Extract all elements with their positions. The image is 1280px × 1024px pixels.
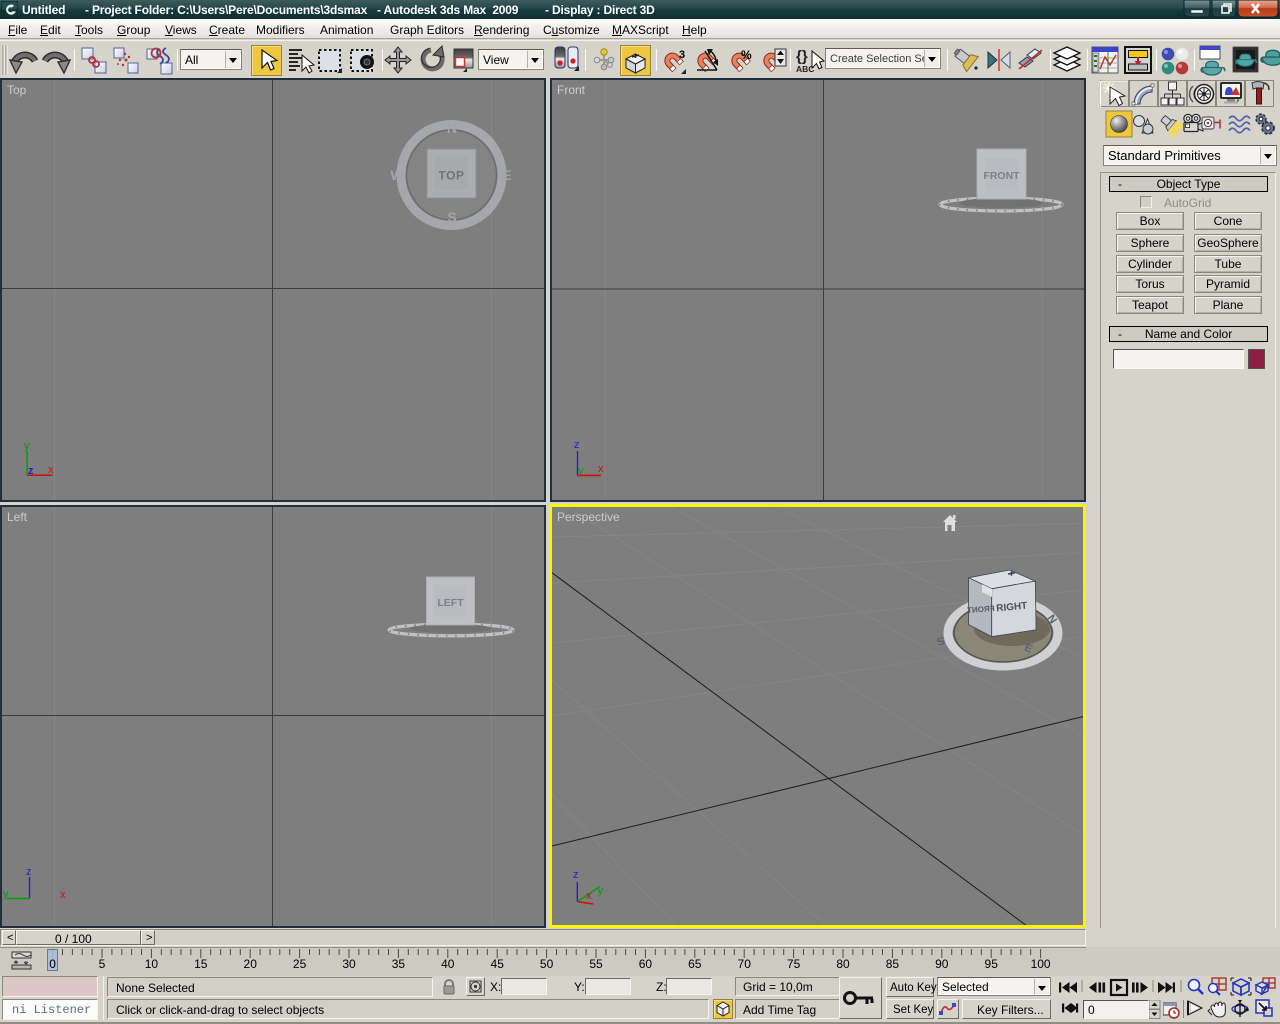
svg-text:0: 0 [49, 957, 56, 971]
svg-text:S: S [447, 209, 456, 225]
svg-text:%: % [741, 48, 752, 62]
svg-text:15: 15 [194, 957, 208, 971]
svg-text:70: 70 [738, 957, 752, 971]
svg-text:80: 80 [836, 957, 850, 971]
svg-text:40: 40 [441, 957, 455, 971]
svg-text:65: 65 [688, 957, 702, 971]
svg-text:90: 90 [935, 957, 949, 971]
svg-text:y: y [598, 885, 604, 897]
svg-text:x: x [48, 464, 54, 476]
svg-text:3: 3 [679, 49, 685, 61]
svg-text:y: y [3, 888, 9, 900]
svg-text:75: 75 [787, 957, 801, 971]
svg-text:60: 60 [639, 957, 653, 971]
svg-text:x: x [598, 463, 604, 475]
svg-text:z: z [574, 439, 580, 451]
svg-text:100: 100 [1031, 957, 1051, 971]
svg-text:30: 30 [342, 957, 356, 971]
svg-text:10: 10 [145, 957, 159, 971]
svg-text:85: 85 [886, 957, 900, 971]
svg-text:z: z [573, 869, 579, 881]
svg-text:55: 55 [589, 957, 603, 971]
svg-text:LEFT: LEFT [437, 597, 464, 609]
svg-text:FRONT: FRONT [967, 604, 995, 615]
svg-text:x: x [60, 889, 66, 901]
svg-text:E: E [502, 167, 511, 183]
svg-text:z: z [26, 866, 32, 878]
svg-text:45: 45 [491, 957, 505, 971]
svg-text:{}: {} [796, 48, 808, 65]
svg-text:x: x [586, 890, 592, 902]
svg-text:TOP: TOP [439, 169, 465, 183]
svg-text:N: N [447, 120, 457, 136]
svg-text:50: 50 [540, 957, 554, 971]
svg-text:y: y [24, 440, 30, 452]
svg-text:35: 35 [392, 957, 406, 971]
svg-text:95: 95 [985, 957, 999, 971]
svg-text:25: 25 [293, 957, 307, 971]
svg-text:FRONT: FRONT [983, 170, 1020, 182]
svg-text:5: 5 [99, 957, 106, 971]
svg-text:W: W [390, 167, 404, 183]
svg-text:20: 20 [244, 957, 258, 971]
